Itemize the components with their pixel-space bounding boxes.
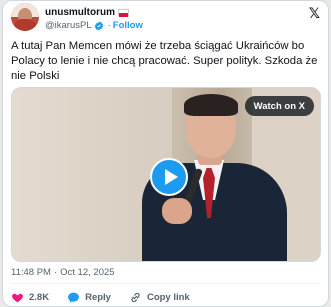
video-thumbnail[interactable]: Watch on X — [11, 87, 321, 262]
action-bar: 2.8K Reply Copy link — [11, 290, 208, 304]
reply-label: Reply — [85, 291, 111, 303]
author-display-name[interactable]: unusmultorum — [45, 7, 115, 18]
author-name-row: unusmultorum — [45, 5, 143, 19]
post-timestamp[interactable]: 11:48 PM · Oct 12, 2025 — [11, 267, 115, 278]
like-count: 2.8K — [29, 291, 50, 303]
avatar[interactable] — [11, 3, 39, 31]
author-handle[interactable]: @ikarusPL — [45, 20, 92, 31]
copy-link-button[interactable]: Copy link — [129, 291, 190, 304]
reply-button[interactable]: Reply — [67, 291, 111, 304]
reply-icon — [68, 292, 79, 303]
link-icon — [131, 292, 140, 302]
post-date: Oct 12, 2025 — [60, 267, 115, 278]
play-icon — [164, 169, 178, 185]
post-time: 11:48 PM — [11, 267, 51, 278]
divider — [11, 283, 320, 284]
watch-on-x-button[interactable]: Watch on X — [244, 96, 314, 116]
embedded-post-card: unusmultorum @ikarusPL · Follow 𝕏 A tuta… — [2, 0, 329, 307]
follow-button[interactable]: Follow — [113, 20, 143, 31]
poland-flag-icon — [118, 8, 129, 17]
author-handle-row: @ikarusPL · Follow — [45, 19, 143, 32]
copy-link-label: Copy link — [146, 291, 190, 303]
x-logo-icon[interactable]: 𝕏 — [309, 5, 320, 22]
post-header: unusmultorum @ikarusPL · Follow 𝕏 — [11, 3, 320, 33]
heart-icon — [12, 293, 23, 302]
speaker-hand — [162, 198, 192, 224]
post-text: A tutaj Pan Memcen mówi że trzeba ściąga… — [11, 40, 318, 82]
handle-separator: · — [107, 20, 111, 31]
verified-badge-icon — [94, 20, 103, 31]
like-button[interactable]: 2.8K — [11, 291, 49, 304]
play-button[interactable] — [150, 158, 188, 196]
author-info: unusmultorum @ikarusPL · Follow — [45, 5, 143, 32]
timestamp-separator: · — [53, 267, 58, 278]
speaker-hair — [184, 94, 238, 116]
